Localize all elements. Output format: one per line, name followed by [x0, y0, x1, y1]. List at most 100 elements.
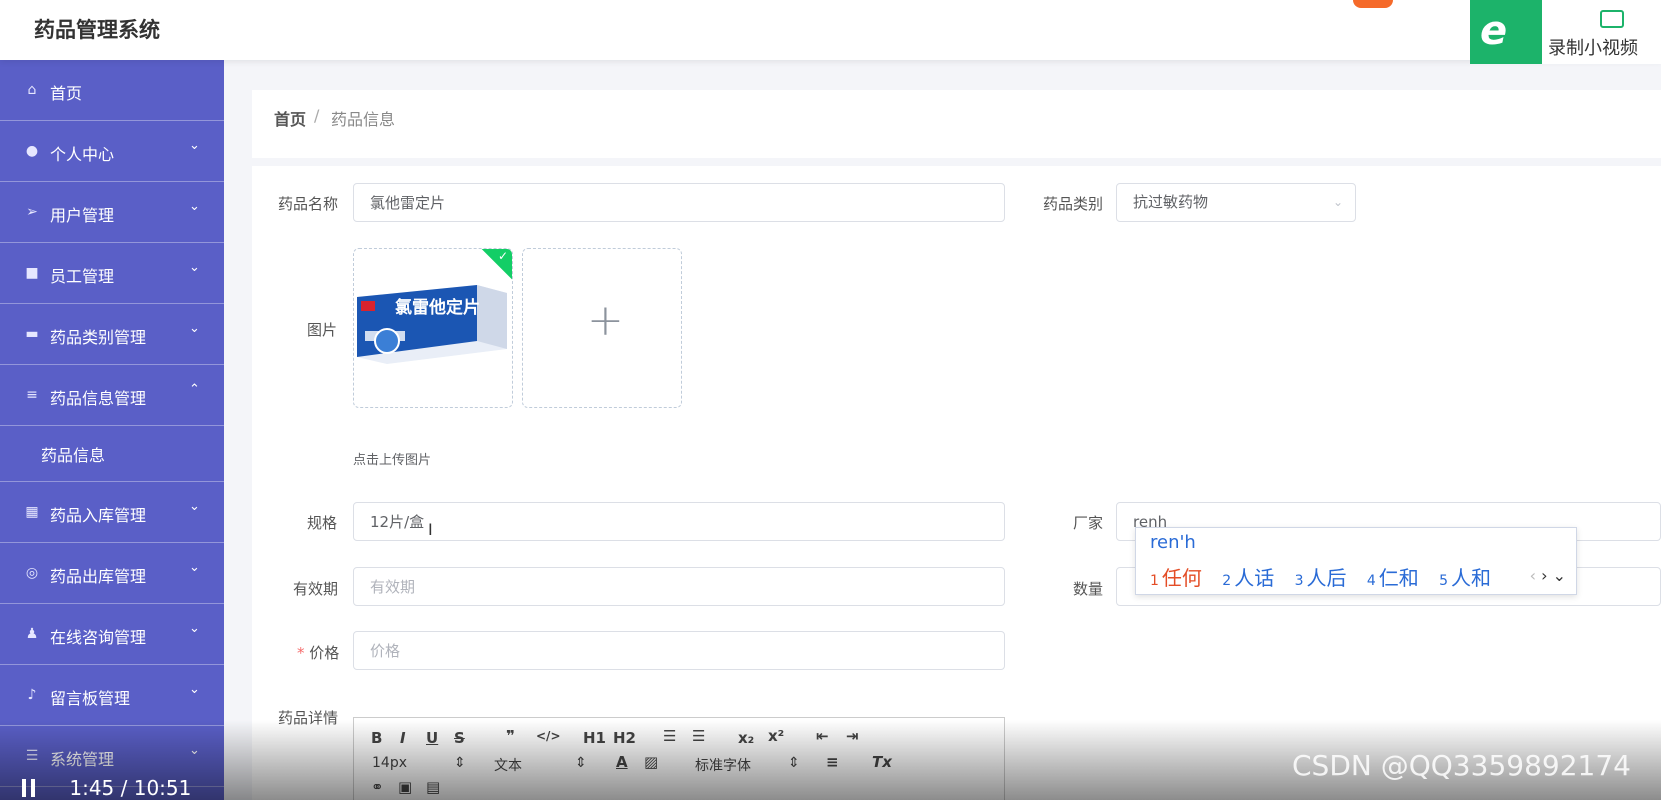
expiry-input[interactable] — [353, 567, 1005, 606]
details-label: 药品详情 — [278, 709, 339, 727]
italic-button[interactable]: I — [400, 729, 406, 747]
sidebar-subitem-label: 药品信息 — [41, 446, 106, 465]
chevron-down-icon: ⌄ — [189, 743, 200, 758]
video-icon[interactable]: ▤ — [426, 778, 440, 796]
ime-page-nav[interactable]: ‹ › ⌄ — [1530, 566, 1566, 585]
sidebar-item-label: 个人中心 — [50, 145, 115, 164]
user-solid-icon: ♟ — [25, 626, 39, 642]
check-icon: ✓ — [497, 249, 508, 263]
subscript-button[interactable]: x₂ — [738, 729, 754, 747]
send-icon: ➢ — [26, 204, 38, 220]
sidebar-item-label: 药品信息管理 — [50, 389, 147, 408]
chevron-down-icon[interactable]: ⌄ — [1553, 566, 1566, 585]
sidebar-item-consult[interactable]: ♟ 在线咨询管理 ⌄ — [0, 604, 224, 665]
image-icon[interactable]: ▣ — [398, 778, 412, 796]
bullet-list-icon[interactable]: ☰ — [692, 727, 705, 745]
microphone-icon: ♪ — [27, 687, 37, 703]
spec-label: 规格 — [307, 514, 338, 532]
top-logo-icon — [1353, 0, 1393, 8]
chevron-down-icon: ⌄ — [1332, 195, 1343, 209]
price-input[interactable] — [353, 631, 1005, 670]
spec-input[interactable] — [353, 502, 1005, 541]
user-icon: ● — [25, 143, 39, 159]
upload-tip: 点击上传图片 — [353, 453, 432, 468]
browser-logo-icon: e — [1470, 0, 1542, 64]
video-player-controls[interactable]: 1:45 / 10:51 — [22, 776, 191, 800]
plus-icon: + — [587, 295, 624, 346]
suitcase-icon: ■ — [25, 265, 39, 281]
sidebar-item-label: 药品入库管理 — [50, 506, 147, 525]
drug-category-label: 药品类别 — [1043, 195, 1104, 213]
sidebar-item-home[interactable]: ⌂ 首页 — [0, 60, 224, 121]
chevron-down-icon: ⌄ — [189, 682, 200, 697]
video-time: 1:45 / 10:51 — [69, 776, 192, 800]
quote-button[interactable]: ❞ — [506, 727, 515, 745]
ime-candidate[interactable]: 1 任何 — [1150, 566, 1202, 590]
expiry-label: 有效期 — [293, 580, 339, 598]
sidebar-item-label: 药品出库管理 — [50, 567, 147, 586]
superscript-button[interactable]: x² — [768, 727, 784, 745]
ime-candidate-popup: ren'h 1 任何 2 人话 3 人后 4 仁和 5 人和 ‹ › ⌄ — [1135, 527, 1577, 595]
sidebar-item-category-management[interactable]: ▬ 药品类别管理 ⌄ — [0, 304, 224, 365]
sidebar-item-stock-out[interactable]: ◎ 药品出库管理 ⌄ — [0, 543, 224, 604]
ime-candidate[interactable]: 2 人话 — [1222, 566, 1274, 590]
sidebar-item-label: 员工管理 — [50, 267, 115, 286]
ime-candidate[interactable]: 5 人和 — [1439, 566, 1491, 590]
strike-button[interactable]: S — [454, 729, 465, 747]
underline-button[interactable]: U — [426, 729, 438, 747]
bold-button[interactable]: B — [371, 729, 382, 747]
text-style-select[interactable]: 文本 — [494, 755, 522, 775]
upload-add-button[interactable]: + — [522, 248, 682, 408]
top-header: 药品管理系统 e 录制小视频 — [0, 0, 1661, 64]
chevron-down-icon: ⌄ — [189, 138, 200, 153]
ime-composition: ren'h — [1150, 532, 1196, 553]
ordered-list-icon[interactable]: ☰ — [663, 727, 676, 745]
chevron-down-icon: ⌄ — [189, 621, 200, 636]
background-color-icon[interactable]: ▨ — [644, 753, 658, 771]
drug-name-input[interactable] — [353, 183, 1005, 222]
sidebar-subitem-drug-info[interactable]: 药品信息 — [0, 426, 224, 482]
font-family-select[interactable]: 标准字体 — [695, 755, 751, 775]
align-icon[interactable]: ≡ — [826, 753, 839, 771]
outdent-icon[interactable]: ⇤ — [816, 727, 829, 745]
text-cursor-icon: I — [428, 520, 433, 539]
chevron-updown-icon: ⇕ — [454, 755, 466, 771]
sidebar-item-drug-info-management[interactable]: ≡ 药品信息管理 ⌃ — [0, 365, 224, 426]
sidebar-item-staff-management[interactable]: ■ 员工管理 ⌄ — [0, 243, 224, 304]
ime-candidate[interactable]: 4 仁和 — [1367, 566, 1419, 590]
chevron-left-icon[interactable]: ‹ — [1530, 566, 1536, 585]
record-video-widget[interactable]: e 录制小视频 — [1470, 0, 1661, 64]
chevron-down-icon: ⌄ — [189, 199, 200, 214]
sidebar-item-personal-center[interactable]: ● 个人中心 ⌄ — [0, 121, 224, 182]
code-button[interactable]: </> — [536, 729, 561, 743]
sidebar-menu: ⌂ 首页 ● 个人中心 ⌄ ➢ 用户管理 ⌄ ■ 员工管理 ⌄ ▬ 药品类别管理… — [0, 60, 224, 800]
font-size-select[interactable]: 14px — [372, 755, 407, 771]
font-color-icon[interactable]: A — [616, 753, 628, 771]
link-icon[interactable]: ⚭ — [371, 778, 384, 796]
ime-candidate[interactable]: 3 人后 — [1295, 566, 1347, 590]
indent-icon[interactable]: ⇥ — [846, 727, 859, 745]
uploaded-image-thumb[interactable]: ✓ 氯雷他定片 — [353, 248, 513, 408]
sidebar-item-message-board[interactable]: ♪ 留言板管理 ⌄ — [0, 665, 224, 726]
chevron-down-icon: ⌄ — [189, 260, 200, 275]
sidebar-item-label: 药品类别管理 — [50, 328, 147, 347]
sidebar-item-label: 留言板管理 — [50, 689, 131, 708]
sidebar-item-user-management[interactable]: ➢ 用户管理 ⌄ — [0, 182, 224, 243]
price-label: * 价格 — [297, 644, 340, 662]
drug-category-value: 抗过敏药物 — [1133, 193, 1209, 211]
breadcrumb-current: 药品信息 — [331, 110, 396, 129]
drug-category-select[interactable]: 抗过敏药物 ⌄ — [1116, 183, 1356, 222]
rich-text-editor[interactable]: B I U S ❞ </> H1 H2 ☰ ☰ x₂ x² ⇤ ⇥ 14px ⇕… — [353, 717, 1005, 800]
image-label: 图片 — [307, 321, 338, 339]
chevron-down-icon: ⌄ — [189, 560, 200, 575]
h1-button[interactable]: H1 — [583, 729, 606, 747]
breadcrumb: 首页 / 药品信息 — [252, 90, 1661, 158]
quantity-label: 数量 — [1073, 580, 1104, 598]
breadcrumb-home[interactable]: 首页 — [274, 106, 306, 130]
clear-format-icon[interactable]: Tx — [872, 753, 892, 771]
pause-icon[interactable] — [22, 779, 35, 797]
sidebar-item-stock-in[interactable]: ▦ 药品入库管理 ⌄ — [0, 482, 224, 543]
h2-button[interactable]: H2 — [613, 729, 636, 747]
chevron-right-icon[interactable]: › — [1541, 566, 1547, 585]
maker-label: 厂家 — [1073, 514, 1104, 532]
